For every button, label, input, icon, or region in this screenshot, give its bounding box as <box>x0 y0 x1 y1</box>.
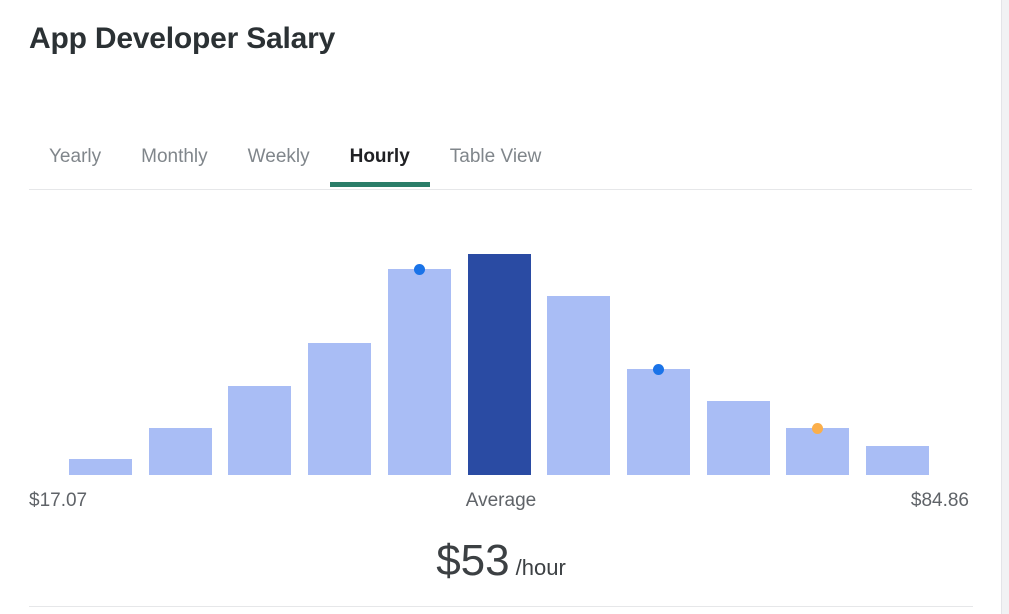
summary-value: $53/hour <box>0 535 1001 594</box>
chart-bar[interactable] <box>308 343 371 475</box>
axis-max-label: $84.86 <box>910 490 969 511</box>
salary-card: App Developer Salary Yearly Monthly Weekly… <box>0 0 1002 614</box>
chart-bar[interactable] <box>547 296 610 475</box>
bottom-divider <box>29 606 973 607</box>
salary-distribution-chart <box>0 0 1001 614</box>
chart-bar[interactable] <box>786 428 849 475</box>
page-root: App Developer Salary Yearly Monthly Weekly… <box>0 0 1009 614</box>
chart-bar[interactable] <box>228 386 291 475</box>
chart-bar[interactable] <box>149 428 212 475</box>
summary-amount: $53 <box>436 536 510 585</box>
chart-marker-blue-dot[interactable] <box>653 363 664 375</box>
axis-average-label: Average <box>465 490 537 511</box>
chart-marker-orange-dot[interactable] <box>812 422 823 434</box>
chart-bar[interactable] <box>707 401 770 475</box>
summary-unit: /hour <box>515 555 566 580</box>
chart-bar[interactable] <box>866 446 929 475</box>
chart-bar[interactable] <box>388 269 451 475</box>
chart-bar-highlighted[interactable] <box>468 254 531 475</box>
chart-bar[interactable] <box>69 459 132 475</box>
chart-bar[interactable] <box>627 369 690 475</box>
chart-marker-blue-dot[interactable] <box>414 263 425 275</box>
